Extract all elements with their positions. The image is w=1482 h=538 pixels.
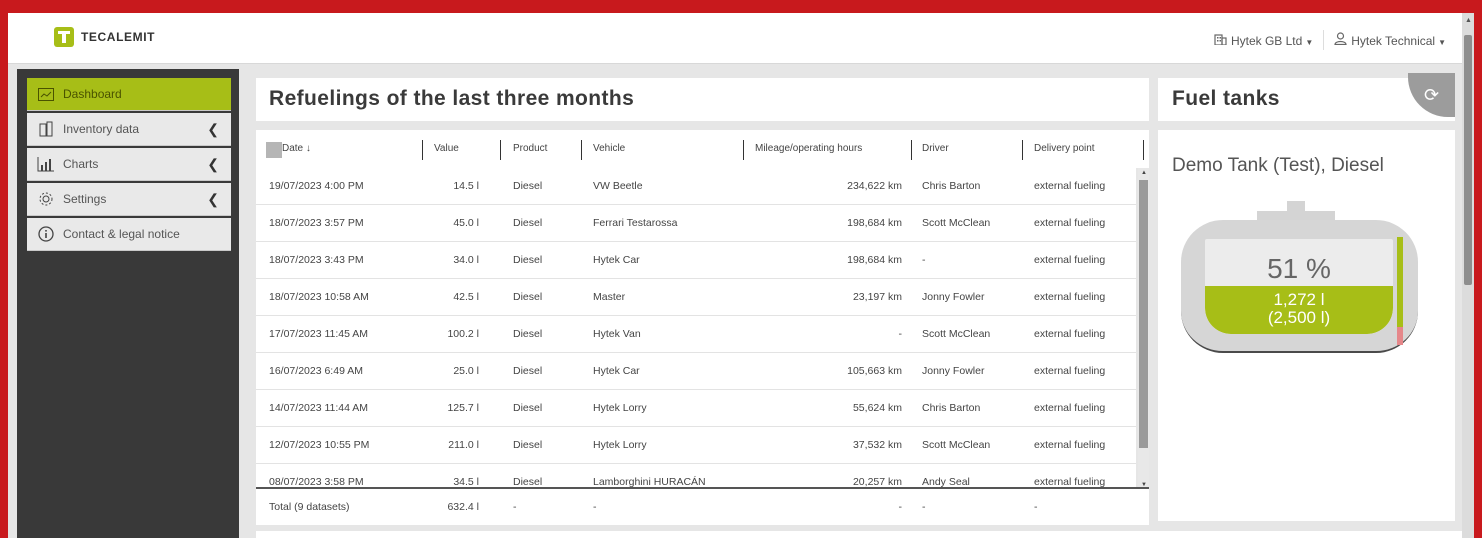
- column-separator[interactable]: [581, 140, 582, 160]
- caret-down-icon: ▼: [1305, 37, 1314, 47]
- table-row[interactable]: 18/07/2023 10:58 AM 42.5 l Diesel Master…: [256, 279, 1136, 316]
- chevron-left-icon: ❮: [207, 191, 219, 207]
- dashboard-icon: [37, 86, 55, 102]
- tank-percent: 51 %: [1267, 253, 1331, 284]
- app-window: TECALEMIT Hytek GB Ltd ▼ Hytek Technical ▼…: [8, 13, 1474, 538]
- table-header: Date ↓ Value Product Vehicle Mileage/ope…: [256, 130, 1149, 168]
- sidebar: Dashboard Inventory data ❮ Charts ❮ Sett…: [17, 69, 239, 538]
- column-separator[interactable]: [500, 140, 501, 160]
- table-row[interactable]: 14/07/2023 11:44 AM 125.7 l Diesel Hytek…: [256, 390, 1136, 427]
- table-row[interactable]: 16/07/2023 6:49 AM 25.0 l Diesel Hytek C…: [256, 353, 1136, 390]
- scroll-up-arrow-icon[interactable]: ▲: [1141, 170, 1147, 176]
- gear-icon: [37, 191, 55, 207]
- column-header-value[interactable]: Value: [434, 143, 459, 154]
- tank-volume: 1,272 l (2,500 l): [1205, 291, 1393, 327]
- tank-neck: [1287, 201, 1305, 211]
- info-icon: [37, 226, 55, 242]
- column-header-vehicle[interactable]: Vehicle: [593, 143, 625, 154]
- column-chooser-icon[interactable]: [266, 142, 282, 158]
- fuel-tanks-title: Fuel tanks: [1172, 87, 1280, 110]
- company-menu[interactable]: Hytek GB Ltd ▼: [1214, 33, 1313, 48]
- column-separator[interactable]: [1022, 140, 1023, 160]
- refuelings-header: Refuelings of the last three months: [256, 78, 1149, 121]
- sidebar-item-label: Settings: [63, 192, 107, 206]
- page-scrollbar-thumb[interactable]: [1464, 35, 1472, 285]
- column-header-mileage[interactable]: Mileage/operating hours: [755, 143, 862, 154]
- user-icon: [1334, 32, 1347, 48]
- divider: [1323, 30, 1325, 50]
- column-separator[interactable]: [422, 140, 423, 160]
- refuelings-table-body: 19/07/2023 4:00 PM 14.5 l Diesel VW Beet…: [256, 168, 1136, 491]
- user-name: Hytek Technical: [1351, 34, 1436, 48]
- brand-name: TECALEMIT: [81, 30, 156, 44]
- column-separator[interactable]: [743, 140, 744, 160]
- user-bar: Hytek GB Ltd ▼ Hytek Technical ▼: [1214, 30, 1446, 50]
- refresh-icon: ⟳: [1424, 85, 1440, 105]
- table-row[interactable]: 17/07/2023 11:45 AM 100.2 l Diesel Hytek…: [256, 316, 1136, 353]
- chart-icon: [37, 156, 55, 172]
- top-bar: TECALEMIT Hytek GB Ltd ▼ Hytek Technical ▼: [8, 13, 1474, 64]
- column-header-driver[interactable]: Driver: [922, 143, 949, 154]
- tecalemit-logo-icon: [54, 27, 74, 47]
- tank-level-graphic[interactable]: 51 % 1,272 l (2,500 l): [1181, 201, 1418, 356]
- sidebar-item-label: Inventory data: [63, 122, 140, 136]
- brand-logo[interactable]: TECALEMIT: [54, 27, 155, 47]
- next-panel: [256, 531, 1466, 538]
- column-separator[interactable]: [911, 140, 912, 160]
- sidebar-item-charts[interactable]: Charts ❮: [27, 148, 231, 181]
- user-menu[interactable]: Hytek Technical ▼: [1334, 32, 1446, 48]
- sidebar-item-dashboard[interactable]: Dashboard: [27, 78, 231, 111]
- table-row[interactable]: 18/07/2023 3:57 PM 45.0 l Diesel Ferrari…: [256, 205, 1136, 242]
- refuelings-title: Refuelings of the last three months: [269, 87, 635, 110]
- low-level-marker: [1397, 327, 1403, 345]
- table-row[interactable]: 19/07/2023 4:00 PM 14.5 l Diesel VW Beet…: [256, 168, 1136, 205]
- scrollbar-thumb[interactable]: [1139, 180, 1148, 448]
- sidebar-item-inventory-data[interactable]: Inventory data ❮: [27, 113, 231, 146]
- sidebar-item-settings[interactable]: Settings ❮: [27, 183, 231, 216]
- total-label: Total (9 datasets): [269, 501, 350, 513]
- column-header-delivery-point[interactable]: Delivery point: [1034, 143, 1095, 154]
- chevron-left-icon: ❮: [207, 156, 219, 172]
- table-row[interactable]: 12/07/2023 10:55 PM 211.0 l Diesel Hytek…: [256, 427, 1136, 464]
- total-value: 632.4 l: [447, 501, 479, 513]
- page-scrollbar[interactable]: ▲: [1462, 13, 1474, 538]
- table-row[interactable]: 18/07/2023 3:43 PM 34.0 l Diesel Hytek C…: [256, 242, 1136, 279]
- inventory-icon: [37, 121, 55, 137]
- company-name: Hytek GB Ltd: [1230, 33, 1303, 48]
- sidebar-item-contact-legal[interactable]: Contact & legal notice: [27, 218, 231, 251]
- chevron-left-icon: ❮: [207, 121, 219, 137]
- column-header-product[interactable]: Product: [513, 143, 547, 154]
- building-icon: [1214, 33, 1227, 48]
- sidebar-item-label: Dashboard: [63, 87, 122, 101]
- tank-current-volume: 1,272 l: [1273, 290, 1325, 309]
- column-separator[interactable]: [1143, 140, 1144, 160]
- sidebar-item-label: Charts: [63, 157, 99, 171]
- scroll-up-arrow-icon[interactable]: ▲: [1465, 17, 1472, 24]
- tank-cap: [1257, 211, 1335, 220]
- column-header-date[interactable]: Date ↓: [282, 143, 311, 154]
- tank-name: Demo Tank (Test), Diesel: [1172, 155, 1384, 176]
- sort-down-arrow-icon: ↓: [305, 143, 311, 154]
- sidebar-item-label: Contact & legal notice: [63, 227, 180, 241]
- table-scrollbar[interactable]: ▲ ▼: [1138, 168, 1149, 491]
- tank-capacity: (2,500 l): [1267, 308, 1331, 327]
- caret-down-icon: ▼: [1438, 38, 1446, 47]
- table-totals-row: Total (9 datasets) 632.4 l - - - - -: [256, 487, 1149, 525]
